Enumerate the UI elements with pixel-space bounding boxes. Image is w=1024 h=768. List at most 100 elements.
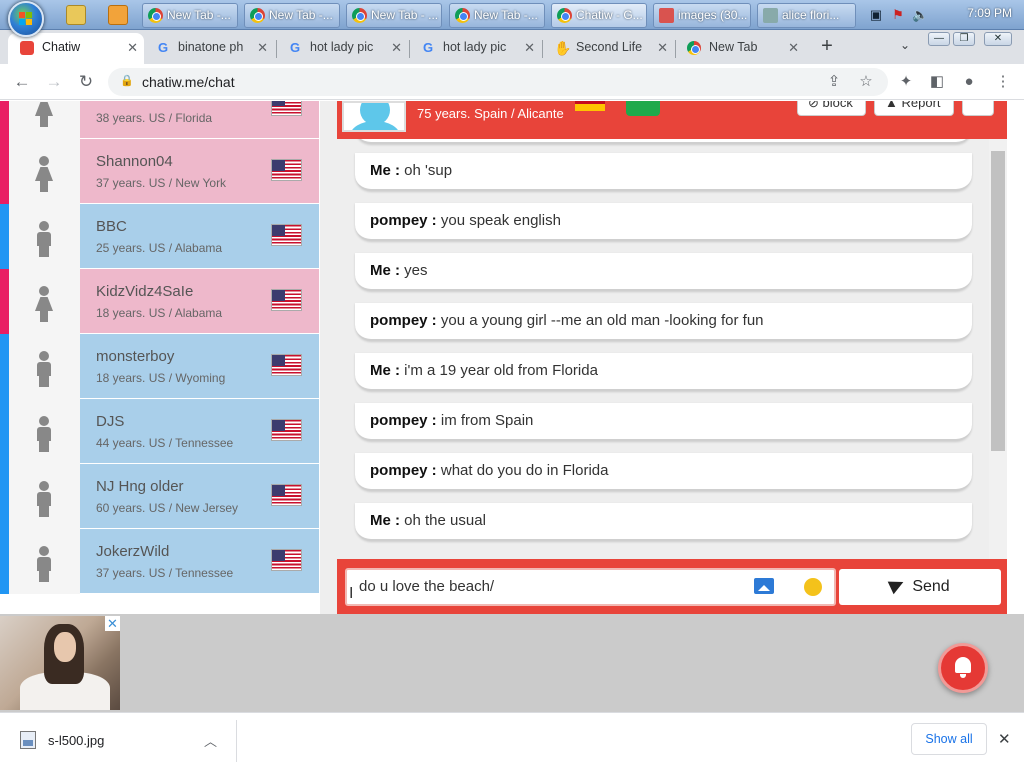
chrome-icon (455, 8, 470, 23)
media-player-icon[interactable] (108, 5, 128, 25)
user-list-item[interactable]: NJ Hng older 60 years. US / New Jersey (0, 464, 320, 529)
user-info[interactable]: DJS 44 years. US / Tennessee (80, 399, 319, 464)
user-details: 37 years. US / New York (96, 176, 227, 190)
user-list-item[interactable]: JokerzWild 37 years. US / Tennessee (0, 529, 320, 594)
close-chat-button[interactable] (962, 101, 994, 116)
close-tab-icon[interactable]: ✕ (127, 33, 138, 62)
flag-alert-icon[interactable]: ⚑ (890, 7, 906, 23)
menu-kebab-icon[interactable]: ⋮ (993, 72, 1013, 92)
message-sender: Me : (370, 262, 400, 279)
advertisement-image[interactable] (0, 616, 120, 710)
close-tab-icon[interactable]: ✕ (657, 33, 668, 62)
user-list-item[interactable]: BBC 25 years. US / Alabama (0, 204, 320, 269)
google-icon: G (422, 40, 434, 55)
taskbar-task[interactable]: images (30... (653, 3, 751, 28)
message-sender: Me : (370, 362, 400, 379)
volume-icon[interactable]: 🔈 (912, 7, 928, 23)
share-icon[interactable]: ⇪ (824, 72, 844, 92)
taskbar-task[interactable]: alice flori... (757, 3, 856, 28)
list-gutter (320, 101, 337, 614)
start-button[interactable] (8, 1, 44, 37)
image-file-icon[interactable] (20, 731, 36, 749)
user-info[interactable]: Shannon04 37 years. US / New York (80, 139, 319, 204)
close-tab-icon[interactable]: ✕ (391, 33, 402, 62)
show-all-button[interactable]: Show all (911, 723, 987, 755)
close-tab-icon[interactable]: ✕ (524, 33, 535, 62)
male-user-icon (35, 481, 53, 517)
file-explorer-icon[interactable] (66, 5, 86, 25)
gender-indicator (0, 101, 9, 139)
close-tab-icon[interactable]: ✕ (788, 33, 799, 62)
user-info[interactable]: KidzVidz4SaIe 18 years. US / Alabama (80, 269, 319, 334)
user-details: 38 years. US / Florida (96, 111, 213, 125)
lock-icon[interactable]: 🔒 (120, 74, 134, 90)
google-icon: G (289, 40, 301, 55)
taskbar-task[interactable]: Chatiw - G... (551, 3, 647, 28)
emoji-icon[interactable] (804, 578, 822, 596)
close-download-shelf-icon[interactable]: ✕ (998, 730, 1011, 748)
partner-avatar[interactable] (342, 101, 406, 132)
user-info[interactable]: NJ Hng older 60 years. US / New Jersey (80, 464, 319, 529)
back-arrow-icon[interactable]: ← (10, 70, 34, 94)
bookmark-star-icon[interactable]: ☆ (856, 72, 876, 92)
minimize-button[interactable]: — (928, 32, 950, 46)
user-info[interactable]: monsterboy 18 years. US / Wyoming (80, 334, 319, 399)
taskbar-task[interactable]: New Tab -... (244, 3, 340, 28)
download-file-name[interactable]: s-l500.jpg (48, 733, 104, 748)
tab-binatone[interactable]: G binatone ph ✕ (144, 33, 274, 64)
forward-arrow-icon[interactable]: → (42, 70, 66, 94)
us-flag-icon (271, 549, 302, 571)
close-window-button[interactable]: ✕ (984, 32, 1012, 46)
tab-hot-lady-2[interactable]: G hot lady pic ✕ (409, 33, 541, 64)
us-flag-icon (271, 289, 302, 311)
taskbar-task[interactable]: New Tab -... (449, 3, 545, 28)
tab-new-tab[interactable]: New Tab ✕ (675, 33, 805, 64)
gender-indicator (0, 464, 9, 529)
scrollbar-thumb[interactable] (991, 151, 1005, 451)
new-tab-button[interactable]: + (816, 36, 838, 58)
profile-avatar-icon[interactable]: ● (959, 72, 979, 92)
message-text: oh the usual (400, 512, 486, 529)
extensions-puzzle-icon[interactable]: ✦ (896, 72, 916, 92)
female-user-icon (35, 101, 53, 127)
side-panel-icon[interactable]: ◧ (927, 72, 947, 92)
tab-hot-lady-1[interactable]: G hot lady pic ✕ (276, 33, 408, 64)
url-text[interactable]: chatiw.me/chat (142, 74, 235, 90)
avatar (9, 269, 80, 334)
download-divider (236, 720, 237, 762)
user-info[interactable]: JustAChat 38 years. US / Florida (80, 101, 319, 139)
reload-icon[interactable]: ↻ (74, 70, 98, 94)
notification-bell-button[interactable] (938, 643, 988, 693)
send-button[interactable]: Send (839, 569, 1001, 605)
user-list-item[interactable]: DJS 44 years. US / Tennessee (0, 399, 320, 464)
restore-button[interactable]: ❐ (953, 32, 975, 46)
user-info[interactable]: BBC 25 years. US / Alabama (80, 204, 319, 269)
close-ad-icon[interactable]: ✕ (105, 616, 120, 631)
close-tab-icon[interactable]: ✕ (257, 33, 268, 62)
user-list-item[interactable]: Shannon04 37 years. US / New York (0, 139, 320, 204)
taskbar-task[interactable]: New Tab - ... (346, 3, 442, 28)
chrome-icon (687, 41, 701, 55)
user-list-item[interactable]: KidzVidz4SaIe 18 years. US / Alabama (0, 269, 320, 334)
image-upload-icon[interactable] (754, 578, 774, 594)
user-info[interactable]: JokerzWild 37 years. US / Tennessee (80, 529, 319, 594)
tab-search-chevron-icon[interactable]: ⌄ (896, 38, 914, 56)
video-call-icon[interactable] (626, 101, 660, 116)
message-sender: pompey : (370, 412, 437, 429)
report-button[interactable]: ▲ Report (874, 101, 954, 116)
user-name: BBC (96, 218, 127, 235)
block-button[interactable]: ⊘ block (797, 101, 866, 116)
system-clock[interactable]: 7:09 PM (967, 6, 1012, 20)
chevron-up-icon[interactable]: ︿ (204, 731, 217, 750)
user-details: 60 years. US / New Jersey (96, 501, 239, 515)
user-list-item[interactable]: JustAChat 38 years. US / Florida (0, 101, 320, 139)
chat-favicon-icon (20, 41, 34, 55)
download-shelf (0, 712, 1024, 768)
message-text: i'm a 19 year old from Florida (400, 362, 598, 379)
taskbar-task[interactable]: New Tab -... (142, 3, 238, 28)
user-list-item[interactable]: monsterboy 18 years. US / Wyoming (0, 334, 320, 399)
tab-second-life[interactable]: ✋ Second Life ✕ (542, 33, 674, 64)
network-icon[interactable]: ▣ (868, 7, 884, 23)
tab-chatiw[interactable]: Chatiw ✕ (8, 33, 144, 64)
gender-indicator (0, 334, 9, 399)
